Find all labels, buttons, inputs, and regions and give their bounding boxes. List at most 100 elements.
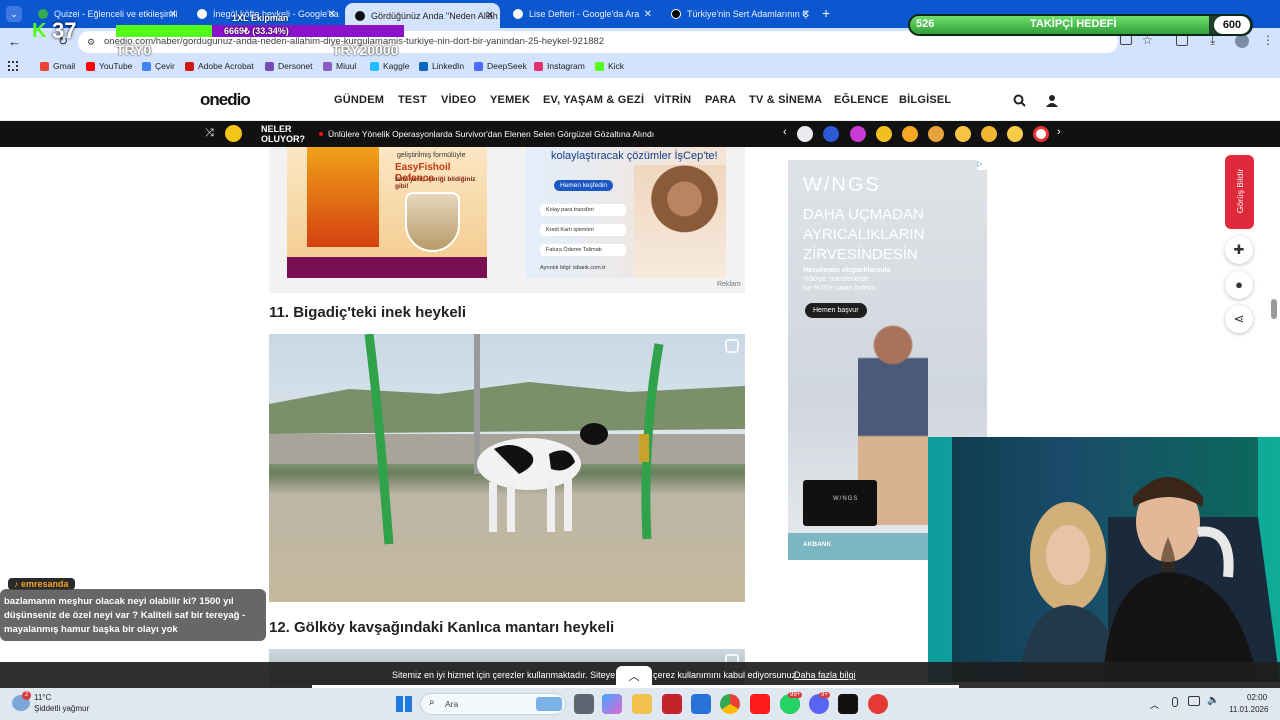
cow-scene-svg [269, 334, 745, 545]
nav-para[interactable]: PARA [705, 94, 736, 106]
reaction-icon[interactable] [902, 126, 918, 142]
volume-icon[interactable]: 🔈 [1207, 695, 1219, 706]
ad-iscep[interactable]: kolaylaştıracak çözümler İşCep'te! Hemen… [526, 147, 726, 278]
tab-close-icon[interactable]: ✕ [486, 10, 494, 21]
bookmark-miuul[interactable]: Miuul [323, 61, 356, 71]
nav-gundem[interactable]: GÜNDEM [334, 94, 384, 106]
reaction-icon[interactable] [955, 126, 971, 142]
bookmark-dersonet[interactable]: Dersonet [265, 61, 313, 71]
store-icon[interactable] [691, 694, 711, 714]
tab-close-icon[interactable]: ✕ [644, 9, 652, 20]
nav-bilgisel[interactable]: BİLGİSEL [899, 94, 951, 106]
clock-time[interactable]: 02:00 [1247, 693, 1267, 702]
youtube-app-icon[interactable] [750, 694, 770, 714]
bookmark-label: Dersonet [278, 61, 313, 71]
bookmark-adobe[interactable]: Adobe Acrobat [185, 61, 254, 71]
record-app-icon[interactable] [868, 694, 888, 714]
network-icon[interactable] [1188, 696, 1200, 706]
feedback-label: Görüş Bildir [1235, 168, 1245, 214]
ad2-item: Fatura Ödeme Talimatı [540, 244, 626, 256]
reaction-icon[interactable] [981, 126, 997, 142]
clock-date[interactable]: 11.01.2026 [1229, 705, 1268, 714]
nav-eglence[interactable]: EĞLENCE [834, 94, 889, 106]
dersonet-icon [265, 61, 274, 71]
translate-icon [142, 61, 151, 71]
kick-logo-icon: K [32, 20, 47, 42]
apps-grid-icon[interactable] [8, 61, 18, 71]
ticker-headline[interactable]: Ünlülere Yönelik Operasyonlarda Survivor… [328, 129, 654, 139]
bookmark-deepseek[interactable]: DeepSeek [474, 61, 527, 71]
microphone-icon[interactable] [1172, 697, 1178, 707]
wings-detail2: %50'ye, transferlerde [803, 276, 869, 283]
chat-message-box: bazlamanın meşhur olacak neyi olabilir k… [0, 589, 266, 641]
cow-statue-image[interactable] [269, 334, 745, 602]
heading-item-11: 11. Bigadiç'teki inek heykeli [269, 304, 466, 321]
nav-tv-sinema[interactable]: TV & SİNEMA [749, 94, 822, 106]
browser-menu-icon[interactable]: ⋮ [1262, 33, 1274, 47]
linkedin-icon [419, 61, 428, 71]
nav-video[interactable]: VİDEO [441, 94, 476, 106]
user-icon[interactable] [1046, 94, 1058, 107]
bookmark-label: Kaggle [383, 61, 410, 71]
nav-yemek[interactable]: YEMEK [490, 94, 530, 106]
reaction-icon[interactable] [850, 126, 866, 142]
page-scrollbar-thumb[interactable] [1271, 299, 1277, 319]
nav-test[interactable]: TEST [398, 94, 427, 106]
chrome-icon[interactable] [720, 694, 740, 714]
bookmark-youtube[interactable]: YouTube [86, 61, 132, 71]
file-explorer-icon[interactable] [632, 694, 652, 714]
bookmark-instagram[interactable]: Instagram [534, 61, 585, 71]
tab-list-dropdown-icon[interactable]: ⌄ [6, 6, 22, 22]
discord-badge: 9+ [819, 692, 830, 698]
back-icon[interactable]: ← [8, 34, 21, 49]
wings-cta-button[interactable]: Hemen başvur [805, 303, 867, 318]
windows-start-icon[interactable] [396, 696, 412, 712]
onedio-logo[interactable]: onedio [200, 90, 251, 110]
bookmark-gmail[interactable]: Gmail [40, 61, 75, 71]
reaction-icon[interactable] [1007, 126, 1023, 142]
tab-close-icon[interactable]: ✕ [802, 9, 810, 20]
kaggle-icon [370, 61, 379, 71]
tab-tiktok[interactable]: Türkiye'nin Sert Adamlarının Ç ✕ [661, 3, 816, 25]
bookmark-kaggle[interactable]: Kaggle [370, 61, 409, 71]
reaction-icon[interactable] [797, 126, 813, 142]
reaction-icon[interactable] [823, 126, 839, 142]
ticker-label-line1: NELER [261, 124, 292, 134]
reaction-icon[interactable] [928, 126, 944, 142]
bookmark-label: Kick [608, 61, 625, 71]
ticker-prev-icon[interactable]: ‹ [783, 126, 787, 138]
news-app-icon[interactable] [662, 694, 682, 714]
taskbar-search[interactable]: ⌕ Ara [420, 693, 566, 715]
bookmark-linkedin[interactable]: LinkedIn [419, 61, 464, 71]
copilot-icon[interactable] [602, 694, 622, 714]
capcut-icon[interactable] [838, 694, 858, 714]
tray-chevron-icon[interactable]: ︿ [1150, 698, 1159, 711]
bookmark-add-icon[interactable]: ✚ [1225, 236, 1253, 264]
ad-choices-icon[interactable]: ▷ [977, 160, 987, 170]
bookmark-cevir[interactable]: Çevir [142, 61, 175, 71]
kick-icon [595, 61, 604, 71]
ad-easyfishoil[interactable]: geliştirilmiş formülüyle EasyFishoil Def… [287, 147, 487, 278]
reaction-icon[interactable] [1033, 126, 1049, 142]
nav-ev-yasam-gezi[interactable]: EV, YAŞAM & GEZİ [543, 94, 644, 106]
shuffle-icon[interactable]: ⤨ [205, 127, 214, 140]
comments-icon[interactable]: ● [1225, 271, 1253, 299]
ad2-woman-image [634, 165, 726, 278]
tab-lise-defteri[interactable]: Lise Defteri - Google'da Ara ✕ [503, 3, 658, 25]
nav-vitrin[interactable]: VİTRİN [654, 94, 691, 106]
chat-username: emresanda [21, 579, 69, 589]
install-app-icon[interactable] [1120, 35, 1132, 45]
feedback-tab[interactable]: Görüş Bildir [1225, 155, 1254, 229]
fullscreen-icon[interactable] [725, 339, 739, 353]
share-icon[interactable]: ⋖ [1225, 305, 1253, 333]
ticker-next-icon[interactable]: › [1057, 126, 1061, 138]
new-tab-button[interactable]: + [822, 5, 830, 21]
reaction-icon[interactable] [876, 126, 892, 142]
task-view-icon[interactable] [574, 694, 594, 714]
search-icon[interactable] [1013, 94, 1026, 107]
ad2-cta-button[interactable]: Hemen keşfedin [554, 180, 613, 191]
bookmark-kick[interactable]: Kick [595, 61, 624, 71]
bookmark-label: YouTube [99, 61, 133, 71]
profile-avatar[interactable] [1235, 34, 1249, 48]
goal-track: 6669₺ (33.34%) [116, 25, 404, 37]
